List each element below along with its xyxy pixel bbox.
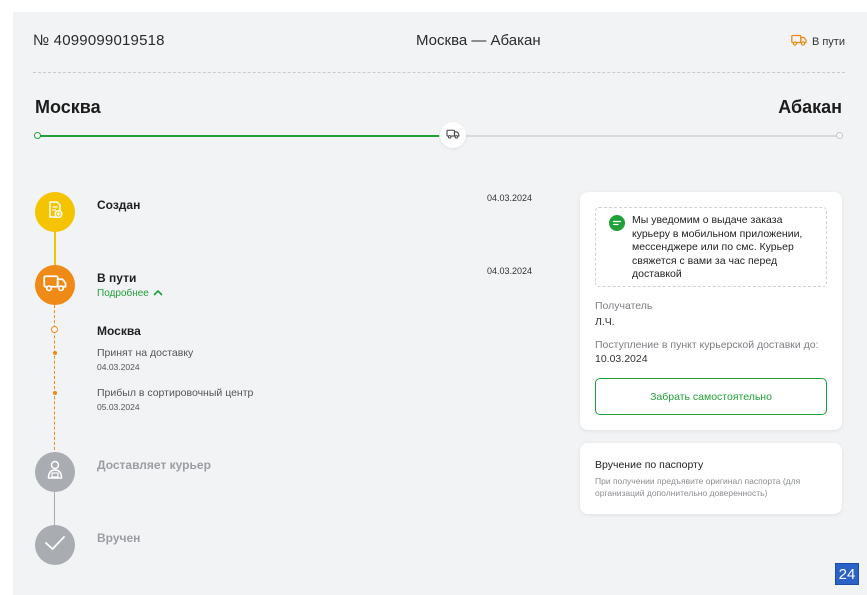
destination-city: Абакан <box>778 97 842 117</box>
truck-icon <box>43 274 67 297</box>
sub-city: Москва <box>97 324 141 338</box>
track-number: № 4099099019518 <box>33 32 165 49</box>
event-date: 04.03.2024 <box>97 362 140 372</box>
arrival-value: 10.03.2024 <box>595 353 648 365</box>
step-courier-title: Доставляет курьер <box>97 458 211 472</box>
step-delivered-title: Вручен <box>97 531 141 545</box>
chevron-up-icon <box>153 288 163 299</box>
step-created-icon <box>35 192 75 232</box>
header-divider <box>33 72 845 73</box>
chat-icon <box>609 215 625 231</box>
sub-city-dot <box>51 326 58 333</box>
document-plus-icon <box>45 200 65 225</box>
arrival-label: Поступление в пункт курьерской доставки … <box>595 339 819 351</box>
recipient-value: Л.Ч. <box>595 316 615 328</box>
details-link-label: Подробнее <box>97 288 149 299</box>
passport-text: При получении предъявите оригинал паспор… <box>595 476 801 498</box>
delivery-info-card: Мы уведомим о выдаче заказа курьеру в мо… <box>580 192 842 430</box>
event-dot <box>53 391 57 395</box>
notification-notice: Мы уведомим о выдаче заказа курьеру в мо… <box>595 207 827 287</box>
passport-title: Вручение по паспорту <box>595 459 704 471</box>
status-chip: В пути <box>791 34 845 49</box>
timeline-line-done <box>54 230 56 268</box>
truck-icon <box>446 126 460 144</box>
route-end-dot <box>836 132 843 139</box>
badge-24: 24 <box>835 563 859 585</box>
step-in-transit-title: В пути <box>97 271 137 285</box>
check-icon <box>44 535 66 556</box>
origin-city: Москва <box>35 97 101 117</box>
step-created-title: Создан <box>97 198 141 212</box>
event-date: 05.03.2024 <box>97 402 140 412</box>
pickup-button[interactable]: Забрать самостоятельно <box>595 378 827 415</box>
step-created-date: 04.03.2024 <box>487 193 533 203</box>
timeline-line-pending <box>54 492 55 527</box>
step-courier-icon <box>35 452 75 492</box>
notice-text: Мы уведомим о выдаче заказа курьеру в мо… <box>632 214 803 280</box>
passport-card: Вручение по паспорту При получении предъ… <box>580 443 842 514</box>
details-toggle[interactable]: Подробнее <box>97 288 163 299</box>
route-progress-fill <box>37 135 439 137</box>
status-label: В пути <box>811 35 845 48</box>
route-title: Москва — Абакан <box>416 32 541 49</box>
step-in-transit-icon <box>35 265 75 305</box>
courier-icon <box>45 459 65 486</box>
recipient-label: Получатель <box>595 300 653 312</box>
step-in-transit-date: 04.03.2024 <box>487 266 533 276</box>
event-dot <box>53 351 57 355</box>
event-label: Принят на доставку <box>97 347 194 359</box>
truck-icon <box>791 34 807 49</box>
route-marker <box>440 122 466 148</box>
event-label: Прибыл в сортировочный центр <box>97 387 254 399</box>
step-delivered-icon <box>35 525 75 565</box>
route-start-dot <box>34 132 41 139</box>
